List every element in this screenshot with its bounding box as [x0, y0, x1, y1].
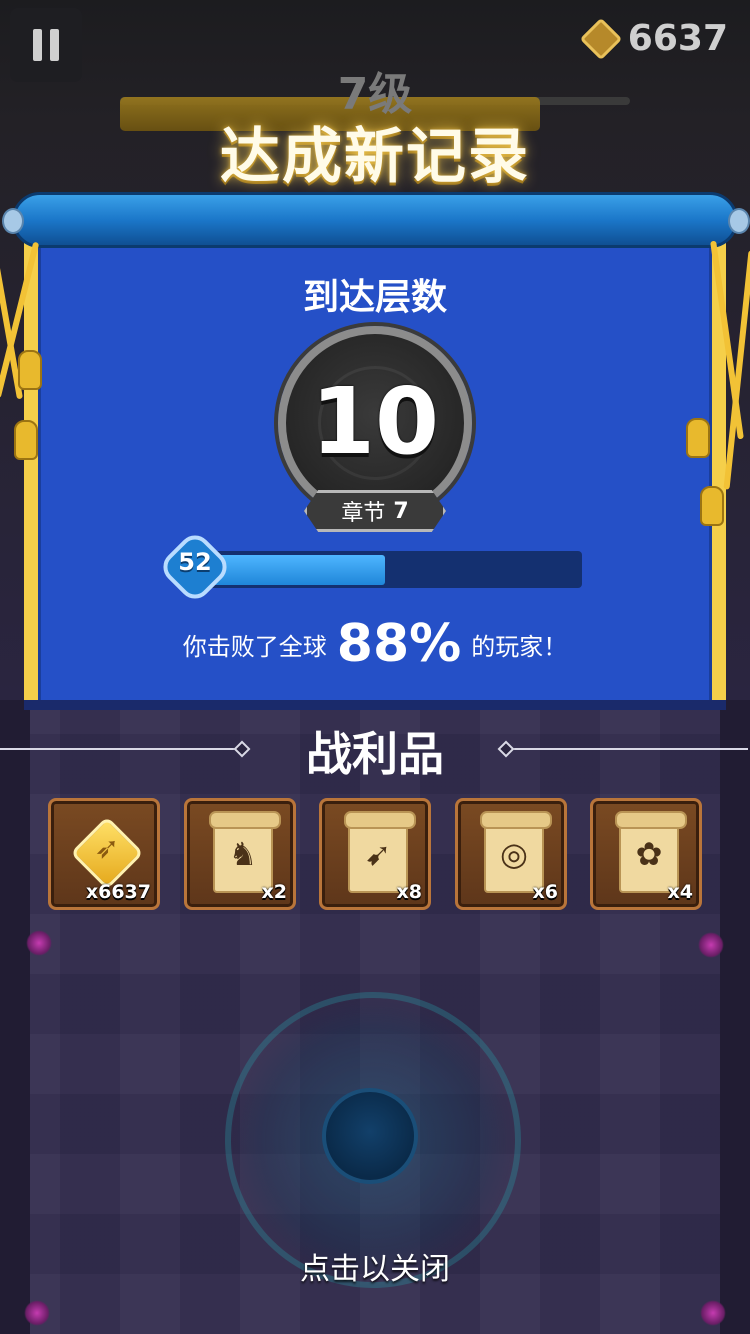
left-wall: [0, 700, 30, 1334]
bow-coin-icon: [579, 17, 623, 60]
armor-glyph: ♞: [228, 835, 258, 873]
chapter-plate: 章节 7: [304, 490, 446, 532]
joystick-knob[interactable]: [322, 1088, 418, 1184]
torch-icon: [24, 1300, 50, 1326]
coin-counter: 6637: [579, 17, 728, 60]
defeat-summary: 你击败了全球 88% 的玩家！: [0, 614, 750, 674]
loot-quantity: x4: [667, 881, 693, 903]
tap-to-close-hint[interactable]: 点击以关闭: [0, 1244, 750, 1288]
pause-icon: [50, 29, 59, 61]
loot-quantity: x6: [532, 881, 558, 903]
chapter-label: 章节: [341, 501, 386, 526]
floor-number: 10: [310, 368, 440, 475]
loot-item-paw-scroll[interactable]: ✿ x4: [590, 798, 702, 910]
scroll-rod: [12, 192, 738, 248]
loot-quantity: x6637: [85, 881, 151, 903]
chapter-number: 7: [393, 498, 409, 524]
defeat-percent: 88%: [336, 614, 462, 674]
player-level-number: 52: [178, 548, 212, 576]
tassel-right: [700, 486, 724, 526]
rod-knob-left: [2, 208, 24, 234]
torch-icon: [700, 1300, 726, 1326]
paw-glyph: ✿: [635, 835, 663, 873]
scroll-bottom-edge: [24, 700, 726, 710]
torch-icon: [26, 930, 52, 956]
rod-knob-right: [728, 208, 750, 234]
loot-item-ring-scroll[interactable]: ◎ x6: [455, 798, 567, 910]
loot-item-coins[interactable]: ➶ x6637: [48, 798, 160, 910]
coin-count: 6637: [627, 18, 728, 59]
new-record-title: 达成新记录: [220, 122, 530, 192]
torch-icon: [698, 932, 724, 958]
right-wall: [720, 700, 750, 1334]
loot-quantity: x8: [396, 881, 422, 903]
loot-item-armor-scroll[interactable]: ♞ x2: [184, 798, 296, 910]
floors-reached-label: 到达层数: [302, 277, 447, 318]
defeat-prefix: 你击败了全球: [182, 633, 327, 661]
pause-icon: [33, 29, 42, 61]
bow-glyph: ➶: [94, 831, 120, 866]
bow-glyph: ➹: [364, 835, 392, 873]
loot-quantity: x2: [261, 881, 287, 903]
loot-item-bow-scroll[interactable]: ➹ x8: [319, 798, 431, 910]
loot-title: 战利品: [306, 727, 444, 781]
defeat-suffix: 的玩家！: [471, 633, 568, 661]
ring-glyph: ◎: [500, 835, 528, 873]
